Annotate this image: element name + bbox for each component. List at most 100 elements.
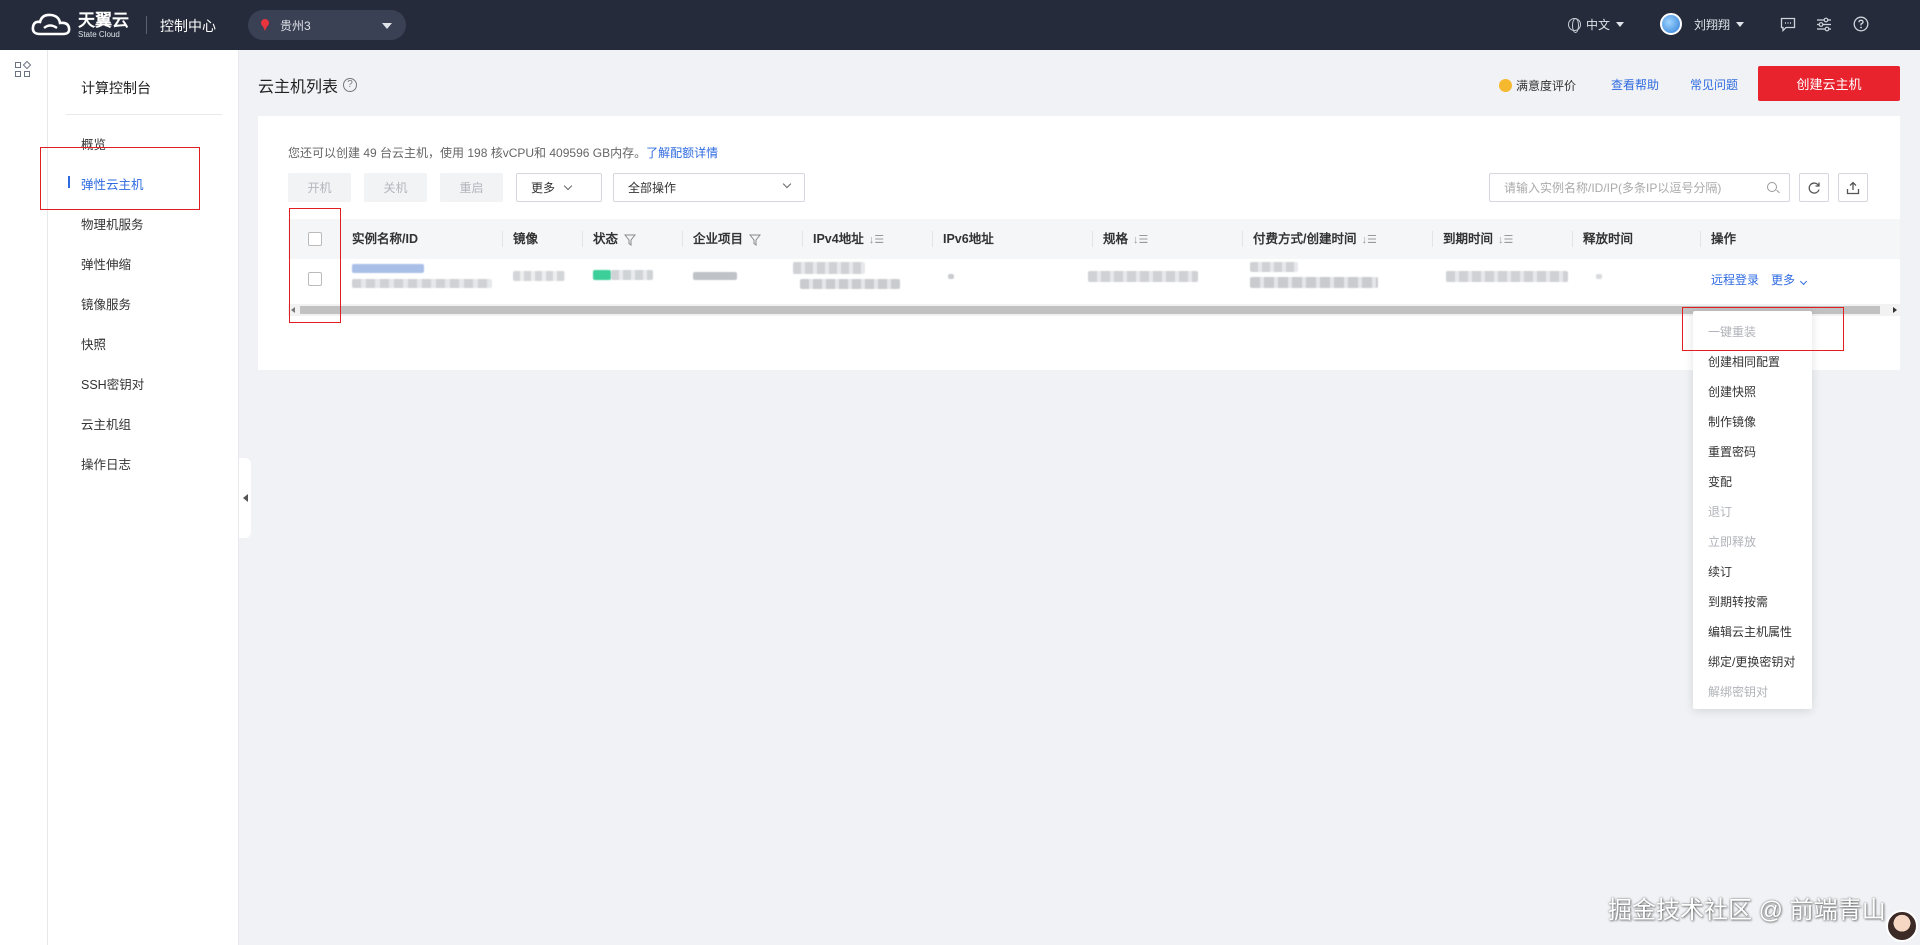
page-title: 云主机列表 ? [258,73,358,97]
sidebar-collapse-handle[interactable] [239,458,251,538]
row-checkbox[interactable] [308,272,322,286]
sort-icon[interactable]: ↓☰ [1133,220,1148,260]
menu-item-create-snapshot[interactable]: 创建快照 [1708,383,1756,400]
logo-subtext: State Cloud [78,29,120,39]
menu-item-renew[interactable]: 续订 [1708,563,1732,580]
status-label: 状态 [593,232,619,246]
globe-icon [1568,18,1581,33]
restart-button[interactable]: 重启 [440,173,503,202]
menu-item-create-same-config[interactable]: 创建相同配置 [1708,353,1780,370]
user-menu[interactable]: 刘翔翔 [1660,13,1745,35]
smiley-icon [1499,79,1512,92]
search-input[interactable] [1489,173,1790,202]
release-redacted [1596,274,1602,279]
satisfaction-rating-link[interactable]: 满意度评价 [1499,77,1576,94]
sidebar-item-elastic-cloud-host[interactable]: 弹性云主机 [81,174,144,193]
menu-item-bind-keypair[interactable]: 绑定/更换密钥对 [1708,653,1795,670]
divider [66,114,222,115]
sidebar-item-overview[interactable]: 概览 [81,134,106,153]
project-redacted [693,272,737,280]
settings-sliders-icon[interactable] [1815,15,1833,33]
sidebar-item-auto-scaling[interactable]: 弹性伸缩 [81,254,131,273]
watermark-avatar [1886,910,1918,942]
menu-item-resize[interactable]: 变配 [1708,473,1732,490]
column-header-status: 状态 [593,219,637,259]
chevron-down-icon [563,181,573,191]
username: 刘翔翔 [1694,17,1731,32]
help-icon[interactable] [1852,15,1870,33]
column-header-billing: 付费方式/创建时间 ↓☰ [1253,219,1377,259]
expiry-redacted [1446,271,1568,282]
quota-info: 您还可以创建 49 台云主机，使用 198 核vCPU和 409596 GB内存… [288,144,718,161]
image-redacted [513,271,565,281]
sidebar-item-physical-server[interactable]: 物理机服务 [81,214,144,233]
more-dropdown[interactable]: 更多 [516,173,602,202]
quota-details-link[interactable]: 了解配额详情 [646,146,718,160]
caret-down-icon [1616,22,1625,27]
menu-item-reinstall[interactable]: 一键重装 [1708,323,1756,340]
sort-icon[interactable]: ↓☰ [869,220,884,260]
menu-item-make-image[interactable]: 制作镜像 [1708,413,1756,430]
message-icon[interactable] [1779,15,1797,33]
menu-item-unbind-keypair[interactable]: 解绑密钥对 [1708,683,1768,700]
column-header-image: 镜像 [513,232,539,246]
billing-redacted [1250,262,1298,272]
active-indicator [68,176,70,188]
created-time-redacted [1250,277,1378,288]
scroll-right-icon[interactable] [1893,307,1897,313]
start-button[interactable]: 开机 [288,173,351,202]
remote-login-link[interactable]: 远程登录 [1711,271,1759,288]
column-header-expiry: 到期时间 ↓☰ [1443,219,1513,259]
language-label: 中文 [1586,18,1611,32]
console-title[interactable]: 控制中心 [160,16,216,36]
expiry-label: 到期时间 [1443,232,1494,246]
satisfaction-label: 满意度评价 [1516,79,1577,93]
all-operations-label: 全部操作 [628,181,677,195]
menu-item-release-now[interactable]: 立即释放 [1708,533,1756,550]
row-more-label: 更多 [1771,273,1796,287]
scrollbar-thumb[interactable] [300,306,1880,314]
apps-grid-icon[interactable] [15,60,32,78]
region-selector[interactable]: 贵州3 [248,10,406,40]
column-header-ipv6: IPv6地址 [943,232,994,246]
instance-name-redacted[interactable] [352,264,424,273]
more-label: 更多 [531,181,556,195]
divider [146,16,147,34]
export-button[interactable] [1838,173,1868,202]
row-more-dropdown[interactable]: 更多 [1771,271,1808,288]
sidebar-item-operation-log[interactable]: 操作日志 [81,454,131,473]
help-link[interactable]: 查看帮助 [1611,76,1659,93]
filter-icon[interactable] [749,234,762,246]
sidebar-item-image-service[interactable]: 镜像服务 [81,294,131,313]
select-all-checkbox[interactable] [308,232,322,246]
sidebar-item-host-group[interactable]: 云主机组 [81,414,131,433]
refresh-button[interactable] [1799,173,1829,202]
column-header-release: 释放时间 [1583,232,1634,246]
sort-icon[interactable]: ↓☰ [1361,220,1376,260]
horizontal-scrollbar[interactable] [288,304,1900,316]
faq-link[interactable]: 常见问题 [1690,76,1738,93]
sidebar-item-snapshot[interactable]: 快照 [81,334,106,353]
status-dot [593,270,611,280]
menu-item-reset-password[interactable]: 重置密码 [1708,443,1756,460]
language-selector[interactable]: 中文 [1568,16,1625,33]
search-icon[interactable] [1767,182,1777,192]
logo[interactable]: 天翼云 State Cloud [30,10,129,40]
filter-icon[interactable] [624,234,637,246]
spec-redacted [1088,271,1198,282]
scroll-left-icon[interactable] [291,307,295,313]
question-icon[interactable]: ? [343,78,358,92]
menu-item-edit-attributes[interactable]: 编辑云主机属性 [1708,623,1792,640]
icon-rail [0,50,48,945]
column-header-ipv4: IPv4地址 ↓☰ [813,219,884,259]
all-operations-select[interactable]: 全部操作 [613,173,805,202]
stop-button[interactable]: 关机 [364,173,427,202]
instance-list-card: 您还可以创建 49 台云主机，使用 198 核vCPU和 409596 GB内存… [258,116,1900,370]
menu-item-convert-on-demand[interactable]: 到期转按需 [1708,593,1768,610]
create-cloud-host-button[interactable]: 创建云主机 [1758,66,1900,101]
more-actions-menu: 一键重装 创建相同配置 创建快照 制作镜像 重置密码 变配 退订 立即释放 续订… [1693,311,1812,709]
menu-item-unsubscribe[interactable]: 退订 [1708,503,1732,520]
project-label: 企业项目 [693,232,744,246]
sidebar-item-ssh-keypair[interactable]: SSH密钥对 [81,374,144,393]
sort-icon[interactable]: ↓☰ [1498,220,1513,260]
